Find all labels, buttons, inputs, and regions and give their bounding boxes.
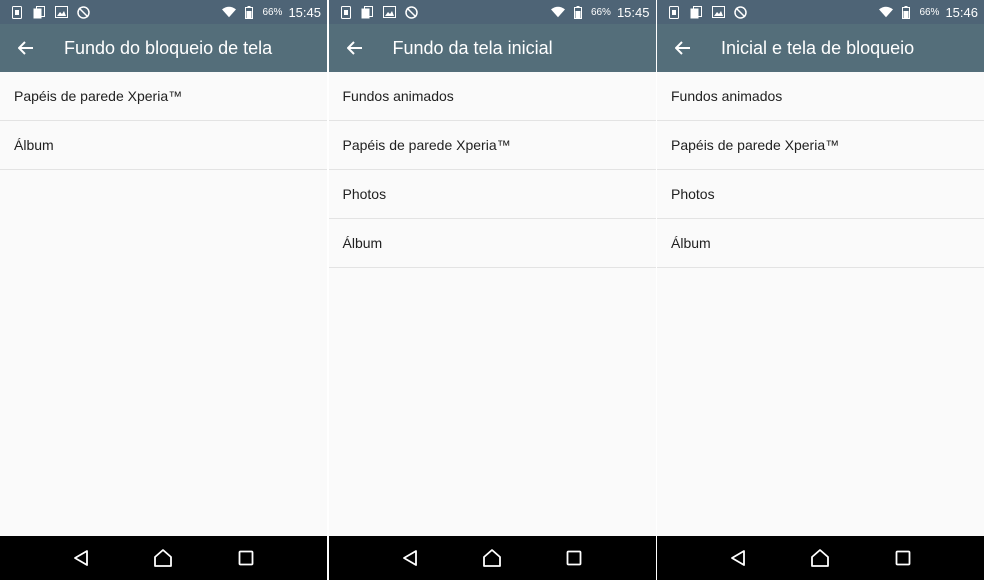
navigation-bar (657, 536, 984, 580)
image-icon (711, 5, 725, 19)
list-item-album[interactable]: Álbum (328, 219, 656, 268)
status-bar: 66% 15:45 (0, 0, 327, 24)
wifi-icon (222, 5, 237, 19)
status-bar: 66% 15:45 (328, 0, 656, 24)
app-bar: Fundo da tela inicial (328, 24, 656, 72)
image-icon (54, 5, 68, 19)
home-icon[interactable] (478, 544, 506, 572)
app-bar: Fundo do bloqueio de tela (0, 24, 327, 72)
back-arrow-icon[interactable] (14, 36, 38, 60)
status-clock: 15:45 (288, 4, 321, 20)
list-item-xperia-wallpapers[interactable]: Papéis de parede Xperia™ (657, 121, 984, 170)
list-item-album[interactable]: Álbum (657, 219, 984, 268)
list-item-xperia-wallpapers[interactable]: Papéis de parede Xperia™ (328, 121, 656, 170)
sim-card-icon (667, 5, 681, 19)
recents-icon[interactable] (560, 544, 588, 572)
sim-card-icon (10, 5, 24, 19)
battery-icon (899, 5, 913, 19)
status-bar: 66% 15:46 (657, 0, 984, 24)
documents-icon (361, 5, 375, 19)
navigation-bar (0, 536, 327, 580)
back-arrow-icon[interactable] (671, 36, 695, 60)
options-list: Papéis de parede Xperia™ Álbum (0, 72, 327, 536)
options-list: Fundos animados Papéis de parede Xperia™… (657, 72, 984, 536)
documents-icon (32, 5, 46, 19)
page-title: Inicial e tela de bloqueio (721, 37, 915, 58)
list-item-live-wallpapers[interactable]: Fundos animados (328, 72, 656, 121)
wifi-icon (550, 5, 565, 19)
image-icon (383, 5, 397, 19)
navigation-bar (328, 536, 656, 580)
list-item-album[interactable]: Álbum (0, 121, 327, 170)
back-triangle-icon[interactable] (396, 544, 424, 572)
sync-off-icon (733, 5, 747, 19)
list-item-photos[interactable]: Photos (328, 170, 656, 219)
list-item-xperia-wallpapers[interactable]: Papéis de parede Xperia™ (0, 72, 327, 121)
recents-icon[interactable] (889, 544, 917, 572)
back-triangle-icon[interactable] (67, 544, 95, 572)
battery-icon (242, 5, 256, 19)
status-clock: 15:46 (945, 4, 978, 20)
documents-icon (689, 5, 703, 19)
sync-off-icon (76, 5, 90, 19)
page-title: Fundo do bloqueio de tela (64, 37, 273, 58)
home-icon[interactable] (149, 544, 177, 572)
status-clock: 15:45 (616, 4, 650, 20)
list-item-photos[interactable]: Photos (657, 170, 984, 219)
back-arrow-icon[interactable] (343, 36, 367, 60)
list-item-live-wallpapers[interactable]: Fundos animados (657, 72, 984, 121)
sim-card-icon (339, 5, 353, 19)
page-title: Fundo da tela inicial (392, 37, 553, 58)
app-bar: Inicial e tela de bloqueio (657, 24, 984, 72)
battery-percentage: 66% (919, 6, 940, 18)
battery-percentage: 66% (262, 6, 283, 18)
screen-home-and-lock-wallpaper: 66% 15:46 Inicial e tela de bloqueio Fun… (657, 0, 984, 580)
home-icon[interactable] (806, 544, 834, 572)
sync-off-icon (405, 5, 419, 19)
wifi-icon (879, 5, 894, 19)
recents-icon[interactable] (232, 544, 260, 572)
battery-icon (571, 5, 585, 19)
screen-home-wallpaper: 66% 15:45 Fundo da tela inicial Fundos a… (328, 0, 656, 580)
screen-lock-wallpaper: 66% 15:45 Fundo do bloqueio de tela Papé… (0, 0, 327, 580)
back-triangle-icon[interactable] (724, 544, 752, 572)
battery-percentage: 66% (590, 6, 611, 18)
options-list: Fundos animados Papéis de parede Xperia™… (328, 72, 656, 536)
screens-container: 66% 15:45 Fundo do bloqueio de tela Papé… (0, 0, 984, 580)
